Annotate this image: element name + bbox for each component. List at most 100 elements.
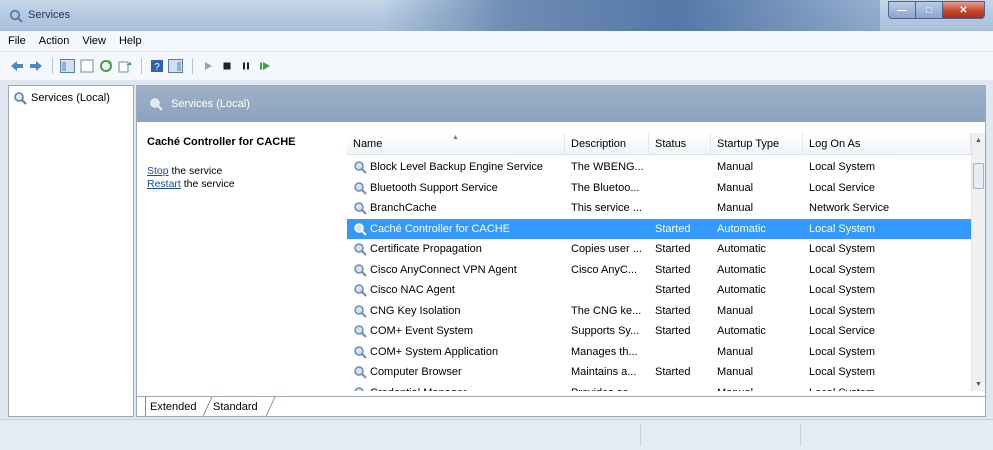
window-controls: — □ ✕ <box>888 1 985 19</box>
service-status-cell-text: Started <box>655 325 691 338</box>
pane-header-title: Services (Local) <box>171 98 250 110</box>
service-status-cell <box>649 383 711 391</box>
restart-service-link[interactable]: Restart <box>147 178 181 190</box>
service-description-cell-text: The CNG ke... <box>571 304 642 317</box>
service-row[interactable]: COM+ Event System Supports Sy... Started Au… <box>347 321 971 342</box>
service-description-cell <box>565 219 649 239</box>
restart-service-icon[interactable] <box>256 58 273 75</box>
service-gear-icon <box>354 325 367 338</box>
service-row[interactable]: Bluetooth Support Service The Bluetoo... M… <box>347 178 971 199</box>
service-startup-type-cell: Manual <box>711 383 803 391</box>
refresh-icon[interactable] <box>97 58 114 75</box>
service-name-cell-text: Bluetooth Support Service <box>370 181 498 194</box>
service-name-cell: Cisco NAC Agent <box>347 280 565 300</box>
tree-item-services-local[interactable]: Services (Local) <box>13 91 110 105</box>
scrollbar-thumb[interactable] <box>973 163 984 189</box>
selected-service-title: Caché Controller for CACHE <box>147 136 296 148</box>
start-service-icon[interactable] <box>199 58 216 75</box>
title-bar[interactable]: Services — □ ✕ <box>0 0 993 31</box>
service-startup-type-cell: Manual <box>711 301 803 321</box>
menu-action[interactable]: Action <box>39 35 70 47</box>
stop-service-icon[interactable] <box>218 58 235 75</box>
service-description-cell: Maintains a... <box>565 362 649 382</box>
menu-file[interactable]: File <box>8 35 26 47</box>
service-row[interactable]: COM+ System Application Manages th... Manu… <box>347 342 971 363</box>
service-description-cell-text: Copies user ... <box>571 243 642 256</box>
service-row[interactable]: Certificate Propagation Copies user ... St… <box>347 239 971 260</box>
help-icon[interactable]: ? <box>148 58 165 75</box>
column-header-name[interactable]: Name ▲ <box>347 133 565 155</box>
service-log-on-as-cell-text: Local System <box>809 243 876 256</box>
scroll-up-icon[interactable]: ▲ <box>972 133 985 147</box>
service-log-on-as-cell: Local Service <box>803 178 971 198</box>
service-gear-icon <box>354 346 367 359</box>
restart-service-text: the service <box>180 178 235 190</box>
service-description-cell: The Bluetoo... <box>565 178 649 198</box>
properties-icon[interactable] <box>78 58 95 75</box>
column-header-startup-type[interactable]: Startup Type <box>711 133 803 155</box>
pause-service-icon[interactable] <box>237 58 254 75</box>
service-gear-icon <box>354 223 367 236</box>
service-description-cell: Supports Sy... <box>565 321 649 341</box>
service-name-cell: Block Level Backup Engine Service <box>347 157 565 177</box>
service-name-cell-text: Block Level Backup Engine Service <box>370 161 544 174</box>
service-name-cell: Bluetooth Support Service <box>347 178 565 198</box>
service-name-cell-text: Cisco NAC Agent <box>370 284 455 297</box>
tab-extended[interactable]: Extended <box>145 397 203 416</box>
menu-help[interactable]: Help <box>119 35 142 47</box>
service-startup-type-cell-text: Manual <box>717 181 754 194</box>
service-status-cell: Started <box>649 219 711 239</box>
service-log-on-as-cell: Local System <box>803 219 971 239</box>
service-row[interactable]: CNG Key Isolation The CNG ke... Started Man… <box>347 301 971 322</box>
service-startup-type-cell: Manual <box>711 362 803 382</box>
status-bar-divider <box>800 424 801 446</box>
service-description-cell-text: Manages th... <box>571 345 638 358</box>
service-row[interactable]: Block Level Backup Engine Service The WBE… <box>347 157 971 178</box>
stop-service-text: the service <box>168 165 223 177</box>
stop-service-link[interactable]: Stop <box>147 165 169 177</box>
service-startup-type-cell-text: Manual <box>717 345 754 358</box>
service-status-cell <box>649 157 711 177</box>
maximize-button[interactable]: □ <box>915 1 942 19</box>
minimize-button[interactable]: — <box>888 1 915 19</box>
service-gear-icon <box>354 182 367 195</box>
service-gear-icon <box>354 366 367 379</box>
service-description-cell: This service ... <box>565 198 649 218</box>
service-description-cell-text: Supports Sy... <box>571 325 640 338</box>
service-gear-icon <box>354 202 367 215</box>
show-hide-console-tree-icon[interactable] <box>59 58 76 75</box>
service-status-cell-text: Started <box>655 284 691 297</box>
service-name-cell: Certificate Propagation <box>347 239 565 259</box>
service-row[interactable]: Computer Browser Maintains a... Started Man… <box>347 362 971 383</box>
pane-header: Services (Local) <box>137 86 985 122</box>
tree-item-label: Services (Local) <box>31 92 110 104</box>
tab-standard[interactable]: Standard <box>203 397 265 416</box>
column-header-startup-type-label: Startup Type <box>717 138 780 150</box>
scroll-down-icon[interactable]: ▼ <box>972 377 985 391</box>
service-startup-type-cell: Manual <box>711 342 803 362</box>
forward-icon[interactable] <box>27 58 44 75</box>
column-header-status[interactable]: Status <box>649 133 711 155</box>
column-header-name-label: Name <box>353 138 383 150</box>
service-row[interactable]: Cisco NAC Agent Started Automatic Local Sys… <box>347 280 971 301</box>
service-name-cell-text: COM+ System Application <box>370 345 499 358</box>
service-log-on-as-cell: Local System <box>803 280 971 300</box>
status-bar <box>0 419 993 450</box>
show-action-pane-icon[interactable] <box>167 58 184 75</box>
export-list-icon[interactable] <box>116 58 133 75</box>
close-button[interactable]: ✕ <box>942 1 985 19</box>
service-row[interactable]: Caché Controller for CACHE Started Automat… <box>347 218 971 239</box>
service-row[interactable]: Credential Manager Provides se... Manual Lo… <box>347 383 971 391</box>
tab-divider <box>265 397 276 416</box>
service-startup-type-cell: Manual <box>711 157 803 177</box>
menu-view[interactable]: View <box>82 35 106 47</box>
vertical-scrollbar[interactable]: ▲ ▼ <box>971 133 985 391</box>
console-tree: Services (Local) <box>8 85 134 417</box>
column-header-description[interactable]: Description <box>565 133 649 155</box>
back-icon[interactable] <box>8 58 25 75</box>
service-row[interactable]: Cisco AnyConnect VPN Agent Cisco AnyC... S… <box>347 260 971 281</box>
service-row[interactable]: BranchCache This service ... Manual Network… <box>347 198 971 219</box>
service-startup-type-cell: Manual <box>711 198 803 218</box>
column-header-log-on-as[interactable]: Log On As <box>803 133 971 155</box>
service-gear-icon <box>354 387 364 391</box>
